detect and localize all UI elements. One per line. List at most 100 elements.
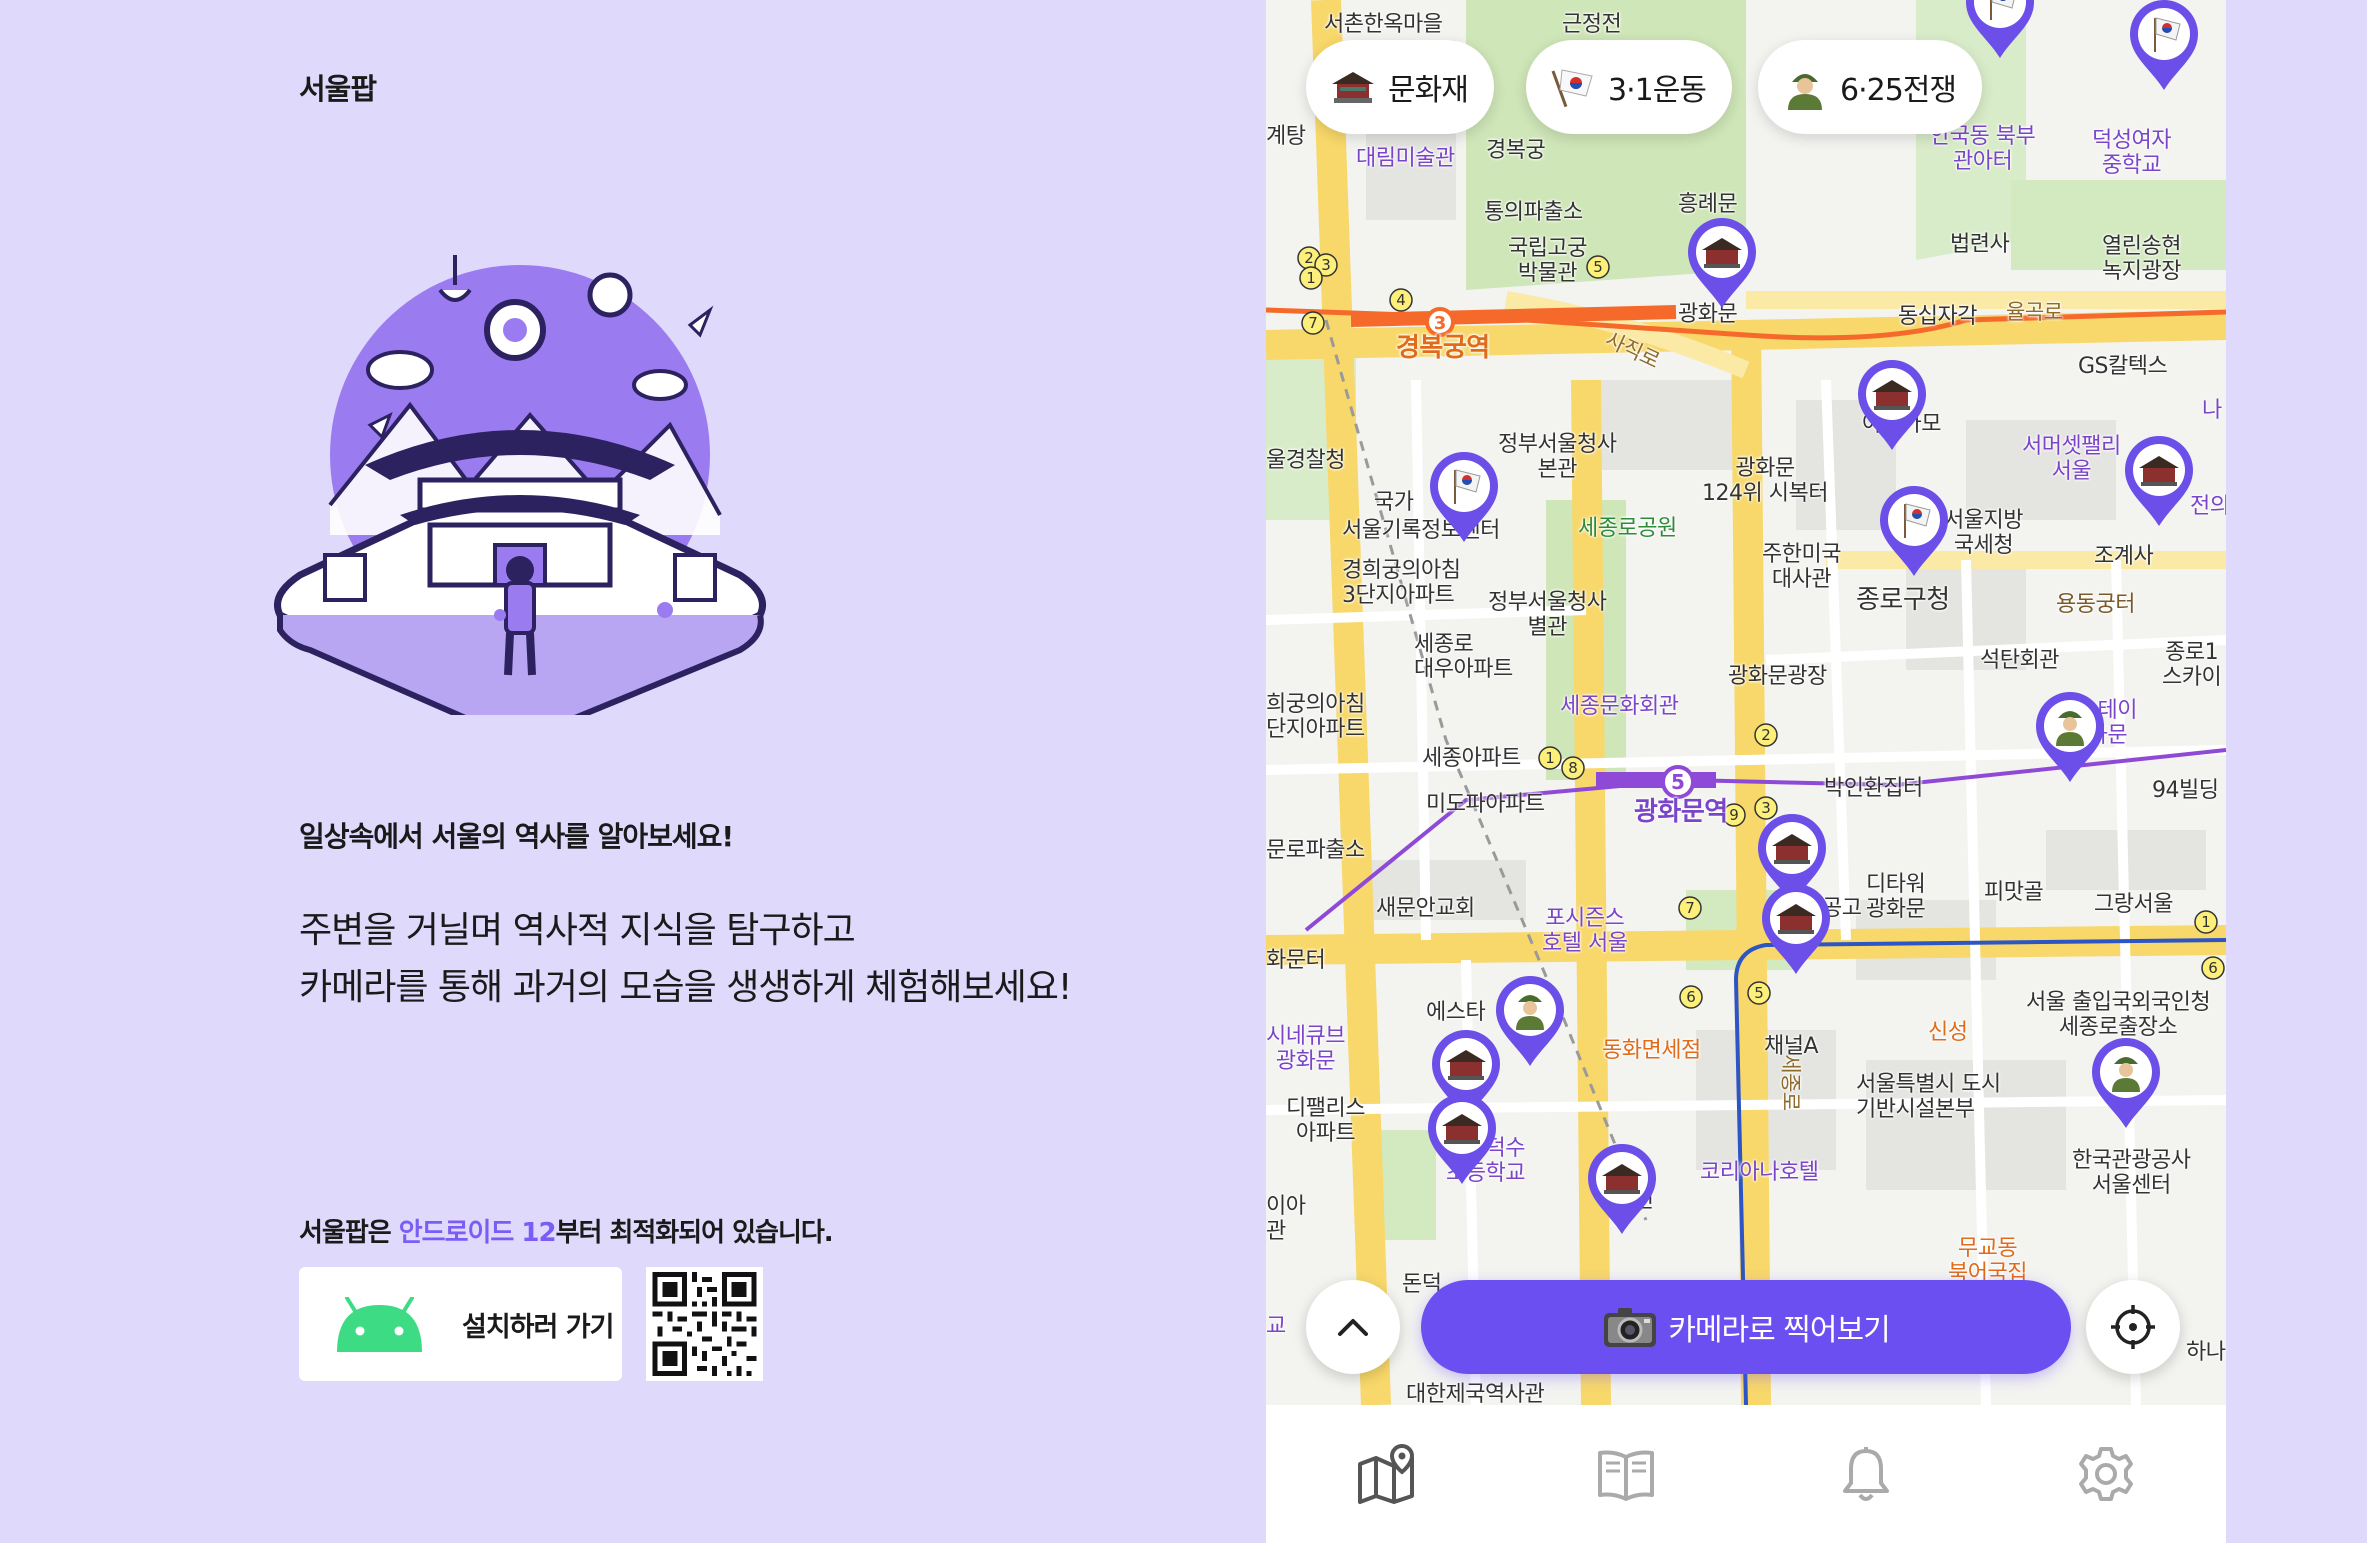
svg-text:1: 1 [1545, 749, 1555, 767]
soldier-icon [1788, 74, 1822, 110]
description: 주변을 거닐며 역사적 지식을 탐구하고 카메라를 통해 과거의 모습을 생생하… [299, 902, 1072, 1016]
map-label: 조계사 [2094, 544, 2154, 569]
bell-icon [1843, 1447, 1889, 1501]
camera-button-label: 카메라로 찍어보기 [1668, 1313, 1890, 1348]
map-label: 광화문역 [1634, 797, 1728, 827]
map-label: 새문안교회 [1376, 896, 1475, 921]
map-label: 희궁의아침 단지아파트 [1266, 692, 1365, 742]
map-label: 에스타 [1426, 1000, 1486, 1025]
svg-text:5: 5 [1671, 770, 1685, 794]
filter-chip-label: 문화재 [1388, 73, 1469, 108]
map-pin-heritage[interactable] [1684, 214, 1760, 310]
map-label: 경희궁의아침 3단지아파트 [1342, 558, 1461, 608]
filter-chip-label: 6·25전쟁 [1840, 73, 1957, 108]
brand-title: 서울팝 [299, 72, 377, 106]
qr-code [646, 1267, 763, 1381]
phone-screen: 3 5 2 3 1 7 4 5 2 3 9 1 8 7 6 5 1 6 서촌한옥… [1266, 0, 2226, 1543]
map-label: 코리아나호텔 [1700, 1160, 1819, 1185]
expand-sheet-button[interactable] [1306, 1280, 1400, 1374]
map-label: 서머셋팰리 서울 [2022, 434, 2121, 484]
map-label: 국가 [1374, 490, 1414, 515]
taegukgi-flag-icon [1551, 69, 1593, 108]
filter-chip-march-first[interactable]: 3·1운동 [1526, 40, 1732, 134]
map-label: 한국관광공사 서울센터 [2072, 1148, 2191, 1198]
map-pin-march-first[interactable] [1426, 448, 1502, 544]
map-label: 화문터 [1266, 948, 1326, 973]
tab-alarm[interactable] [1746, 1405, 1986, 1543]
map-pin-icon [1358, 1444, 1415, 1504]
svg-text:7: 7 [1685, 899, 1695, 917]
book-icon [1598, 1450, 1654, 1501]
tab-map[interactable] [1266, 1405, 1506, 1543]
map-label: 덕성여자 중학교 [2092, 128, 2171, 178]
map-label: 포시즌스 호텔 서울 [1542, 906, 1628, 956]
svg-text:1: 1 [2201, 913, 2211, 931]
map-label: 경복궁역 [1396, 333, 1490, 363]
map-label: 광화문 124위 시복터 [1702, 456, 1828, 506]
map-label: 세종로공원 [1578, 516, 1677, 541]
map-label: 동화면세점 [1602, 1038, 1701, 1063]
svg-text:7: 7 [1308, 314, 1318, 332]
map-label: 서울 출입국외국인청 세종로출장소 [2026, 990, 2211, 1040]
map-pin-march-first[interactable] [1962, 0, 2038, 60]
bottom-tab-bar [1266, 1405, 2226, 1543]
map-label: 광화문광장 [1728, 664, 1827, 689]
svg-text:6: 6 [2208, 959, 2218, 977]
map-pin-heritage[interactable] [1584, 1140, 1660, 1236]
map-pin-heritage[interactable] [1758, 880, 1834, 976]
map-label: 대림미술관 [1356, 146, 1455, 171]
map-label: 하나 [2186, 1340, 2226, 1365]
map-pin-march-first[interactable] [2126, 0, 2202, 92]
svg-text:1: 1 [1306, 269, 1316, 287]
map-pin-march-first[interactable] [1876, 482, 1952, 578]
map-label: 시네큐브 광화문 [1266, 1024, 1345, 1074]
map-label: 세종로 [1778, 1054, 1803, 1111]
map-label: 종로구청 [1856, 585, 1950, 615]
map-pin-heritage[interactable] [1424, 1090, 1500, 1186]
map-label: 정부서울청사 본관 [1498, 432, 1617, 482]
map-label: 주한미국 대사관 [1762, 542, 1841, 592]
map-label: 문로파출소 [1266, 838, 1365, 863]
description-line: 주변을 거닐며 역사적 지식을 탐구하고 [299, 910, 856, 951]
map-label: 세종아파트 [1422, 746, 1521, 771]
map-label: 근정전 [1562, 12, 1622, 37]
map-label: 94빌딩 [2152, 778, 2219, 803]
map-pin-korean-war[interactable] [2088, 1034, 2164, 1130]
map-pin-korean-war[interactable] [2032, 688, 2108, 784]
map-label: 율곡로 [2006, 300, 2063, 324]
tab-book[interactable] [1506, 1405, 1746, 1543]
svg-text:8: 8 [1568, 759, 1578, 777]
map-pin-heritage[interactable] [1854, 356, 1930, 452]
map-label: 국립고궁 박물관 [1508, 236, 1587, 286]
map-label: 미도파아파트 [1426, 792, 1545, 817]
gear-icon [2079, 1447, 2133, 1501]
map-label: 박인환집터 [1824, 776, 1923, 801]
install-button[interactable]: 설치하러 가기 [299, 1267, 622, 1381]
locate-me-button[interactable] [2086, 1280, 2180, 1374]
map-pin-heritage[interactable] [2121, 432, 2197, 528]
camera-icon [1604, 1308, 1657, 1347]
filter-chip-heritage[interactable]: 문화재 [1306, 40, 1494, 134]
tab-settings[interactable] [1986, 1405, 2226, 1543]
crosshair-icon [2111, 1305, 2155, 1349]
compat-prefix: 서울팝은 [299, 1218, 399, 1248]
filter-chip-korean-war[interactable]: 6·25전쟁 [1758, 40, 1982, 134]
map-label: 무교동 북어국집 [1948, 1236, 2027, 1286]
map-label: 이아 관 [1266, 1194, 1306, 1244]
map-label: 서촌한옥마을 [1324, 12, 1443, 37]
camera-button[interactable]: 카메라로 찍어보기 [1421, 1280, 2071, 1374]
map-label: 세종문화회관 [1560, 694, 1679, 719]
map-label: 계탕 [1266, 124, 1306, 149]
tagline: 일상속에서 서울의 역사를 알아보세요! [299, 820, 734, 853]
svg-text:3: 3 [1434, 313, 1447, 334]
map-label: 울경찰청 [1266, 448, 1345, 473]
description-line: 카메라를 통해 과거의 모습을 생생하게 체험해보세요! [299, 967, 1072, 1008]
map-label: 신성 [1928, 1020, 1968, 1045]
map-label: 그랑서울 [2094, 892, 2173, 917]
hero-illustration [274, 255, 766, 715]
map-view[interactable]: 3 5 2 3 1 7 4 5 2 3 9 1 8 7 6 5 1 6 서촌한옥… [1266, 0, 2226, 1405]
map-label: 경복궁 [1486, 138, 1546, 163]
map-label: 종로1 스카이 [2162, 640, 2222, 690]
svg-text:4: 4 [1396, 291, 1406, 309]
map-label: 통의파출소 [1484, 200, 1583, 225]
